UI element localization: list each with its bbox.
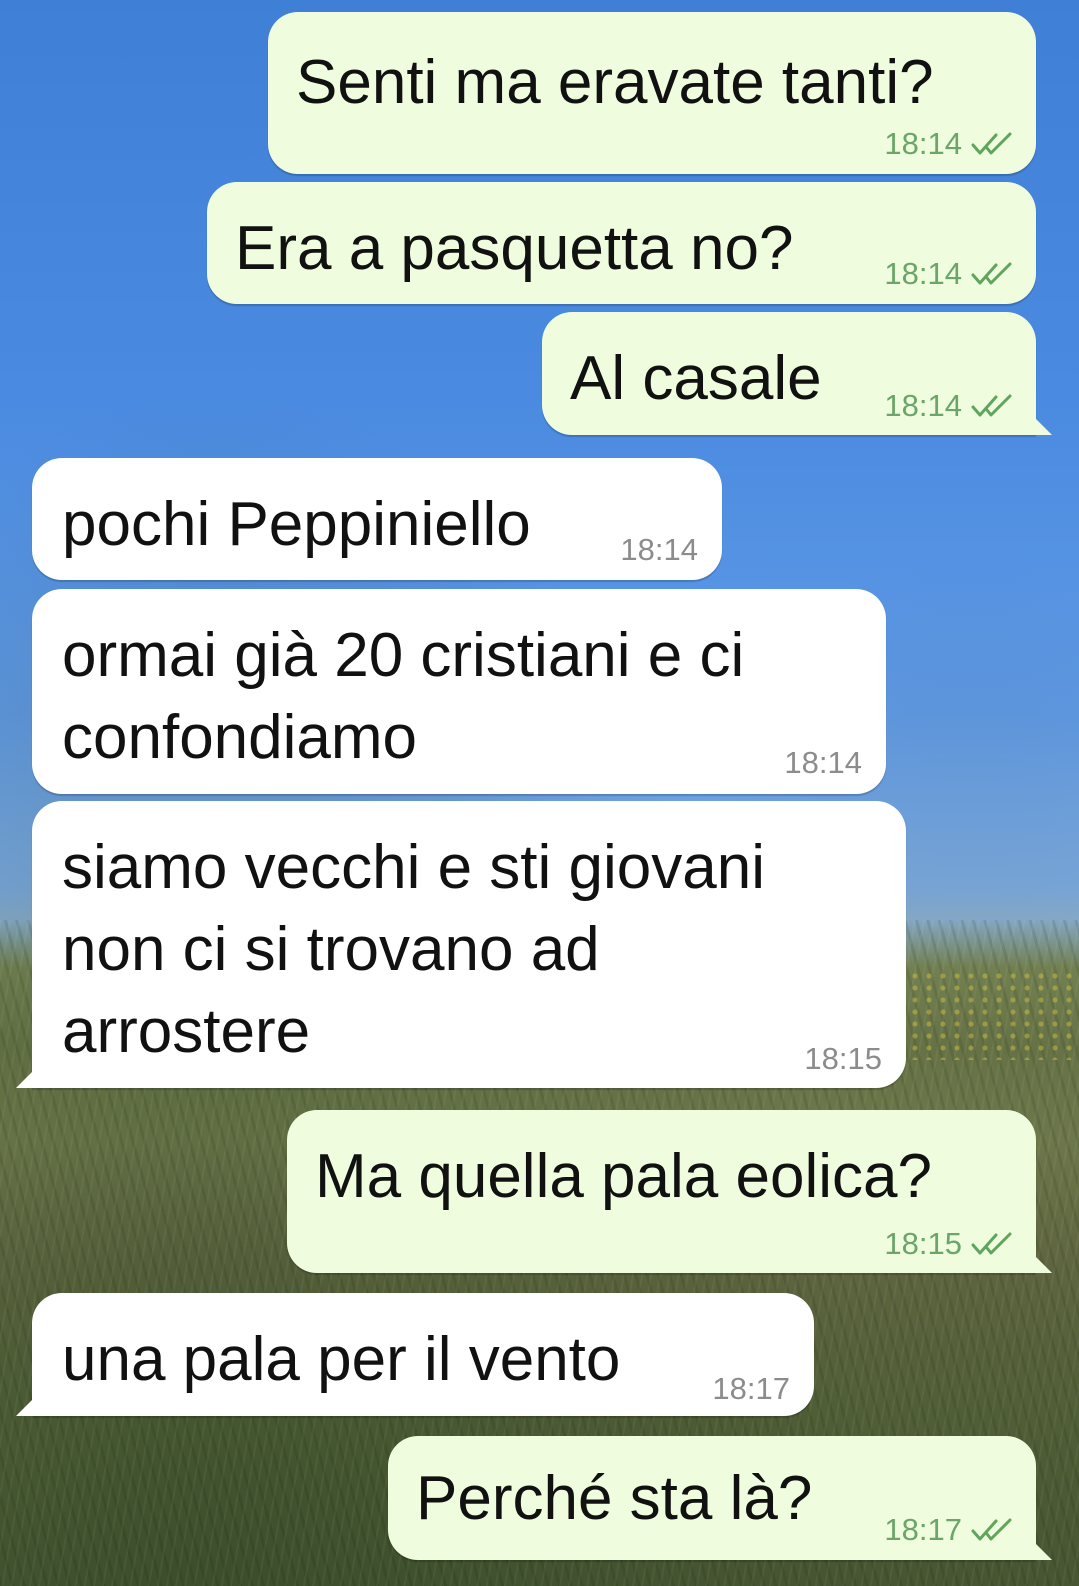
message-meta: 18:17 (712, 1371, 790, 1407)
message-time: 18:14 (884, 126, 962, 161)
message-bubble-outgoing[interactable]: Era a pasquetta no? 18:14 (207, 182, 1036, 304)
message-text-line: non ci si trovano ad (62, 915, 600, 984)
message-time: 18:17 (884, 1512, 962, 1547)
message-text: pochi Peppiniello (62, 490, 531, 559)
message-text: una pala per il vento (62, 1325, 621, 1394)
message-meta: 18:14 (884, 126, 1016, 162)
message-meta: 18:15 (804, 1041, 882, 1077)
message-text: Ma quella pala eolica? (315, 1142, 932, 1211)
message-time: 18:14 (884, 256, 962, 291)
message-time: 18:14 (784, 745, 862, 780)
message-bubble-outgoing[interactable]: Ma quella pala eolica? 18:15 (287, 1110, 1036, 1273)
message-time: 18:17 (712, 1371, 790, 1406)
message-time: 18:14 (884, 388, 962, 423)
message-meta: 18:14 (784, 745, 862, 781)
message-time: 18:15 (884, 1226, 962, 1261)
double-check-icon (971, 1518, 1012, 1541)
double-check-icon (971, 1232, 1012, 1255)
message-bubble-incoming[interactable]: siamo vecchi e sti giovani non ci si tro… (32, 801, 906, 1088)
message-bubble-incoming[interactable]: pochi Peppiniello 18:14 (32, 458, 722, 580)
message-text-line: siamo vecchi e sti giovani (62, 833, 765, 902)
message-meta: 18:17 (884, 1512, 1016, 1548)
message-bubble-incoming[interactable]: una pala per il vento 18:17 (32, 1293, 814, 1416)
message-text-line: confondiamo (62, 703, 418, 772)
double-check-icon (971, 394, 1012, 417)
double-check-icon (971, 262, 1012, 285)
message-text: Al casale (570, 344, 822, 413)
message-text: Perché sta là? (416, 1464, 813, 1533)
message-text: Senti ma eravate tanti? (296, 48, 934, 117)
message-time: 18:15 (804, 1041, 882, 1076)
message-time: 18:14 (620, 532, 698, 567)
message-bubble-outgoing[interactable]: Senti ma eravate tanti? 18:14 (268, 12, 1036, 174)
message-text: Era a pasquetta no? (235, 214, 794, 283)
double-check-icon (971, 132, 1012, 155)
message-meta: 18:14 (884, 256, 1016, 292)
message-bubble-outgoing[interactable]: Al casale 18:14 (542, 312, 1036, 435)
message-meta: 18:14 (620, 532, 698, 568)
message-meta: 18:14 (884, 388, 1016, 424)
message-bubble-outgoing[interactable]: Perché sta là? 18:17 (388, 1436, 1036, 1560)
message-meta: 18:15 (884, 1226, 1016, 1262)
message-text-line: ormai già 20 cristiani e ci (62, 621, 745, 690)
message-bubble-incoming[interactable]: ormai già 20 cristiani e ci confondiamo … (32, 589, 886, 794)
message-text-line: arrostere (62, 997, 311, 1066)
message-list[interactable]: Senti ma eravate tanti? 18:14 Era a pasq… (0, 0, 1079, 1586)
